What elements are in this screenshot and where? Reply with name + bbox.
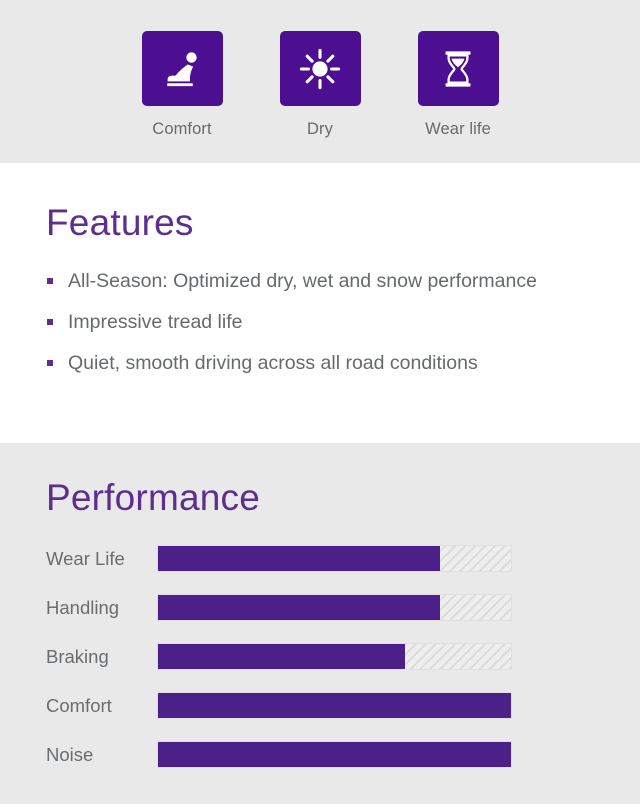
bar-track <box>157 741 512 768</box>
bullet-icon <box>47 278 53 284</box>
list-item: Quiet, smooth driving across all road co… <box>46 350 594 376</box>
bar-label: Handling <box>46 596 120 618</box>
bar-fill <box>158 644 406 669</box>
list-item-text: Impressive tread life <box>68 311 243 333</box>
badge-tile-wear-life <box>417 31 499 106</box>
bar-fill <box>158 742 511 767</box>
bar-label: Wear Life <box>46 547 125 569</box>
feature-badges-strip: Comfort Dry Wear life <box>0 0 640 163</box>
list-item-text: All-Season: Optimized dry, wet and snow … <box>68 270 537 292</box>
bar-label: Comfort <box>46 694 112 716</box>
badge-tile-comfort <box>141 31 223 106</box>
list-item-text: Quiet, smooth driving across all road co… <box>68 352 478 374</box>
bar-track <box>157 643 512 670</box>
bar-track <box>157 594 512 621</box>
badge-dry: Dry <box>279 31 361 139</box>
badge-tile-dry <box>279 31 361 106</box>
hourglass-icon <box>435 46 481 92</box>
features-list: All-Season: Optimized dry, wet and snow … <box>46 268 594 376</box>
bar-track <box>157 545 512 572</box>
bar-label: Noise <box>46 743 94 765</box>
list-item: Impressive tread life <box>46 309 538 335</box>
bar-row: Handling <box>46 594 594 621</box>
bar-fill <box>158 595 441 620</box>
bar-row: Noise <box>46 741 594 768</box>
badge-label-dry: Dry <box>307 120 333 138</box>
bar-track <box>157 692 512 719</box>
car-seat-icon <box>159 46 205 92</box>
badge-label-wear-life: Wear life <box>425 120 491 138</box>
features-title: Features <box>46 202 194 243</box>
bullet-icon <box>47 360 53 366</box>
bar-row: Wear Life <box>46 545 594 572</box>
badge-comfort: Comfort <box>141 31 223 139</box>
bar-fill <box>158 693 511 718</box>
sun-icon <box>297 46 343 92</box>
bar-row: Comfort <box>46 692 594 719</box>
features-section: Features All-Season: Optimized dry, wet … <box>0 163 640 443</box>
bar-row: Braking <box>46 643 594 670</box>
list-item: All-Season: Optimized dry, wet and snow … <box>46 268 538 294</box>
bar-fill <box>158 546 441 571</box>
bullet-icon <box>47 319 53 325</box>
badge-wear-life: Wear life <box>417 31 499 139</box>
performance-section: Performance Wear Life Handling Braking C… <box>0 443 640 804</box>
performance-title: Performance <box>46 477 261 518</box>
badge-label-comfort: Comfort <box>152 120 212 138</box>
performance-bar-chart: Wear Life Handling Braking Comfort Noise <box>46 545 594 768</box>
bar-label: Braking <box>46 645 109 667</box>
